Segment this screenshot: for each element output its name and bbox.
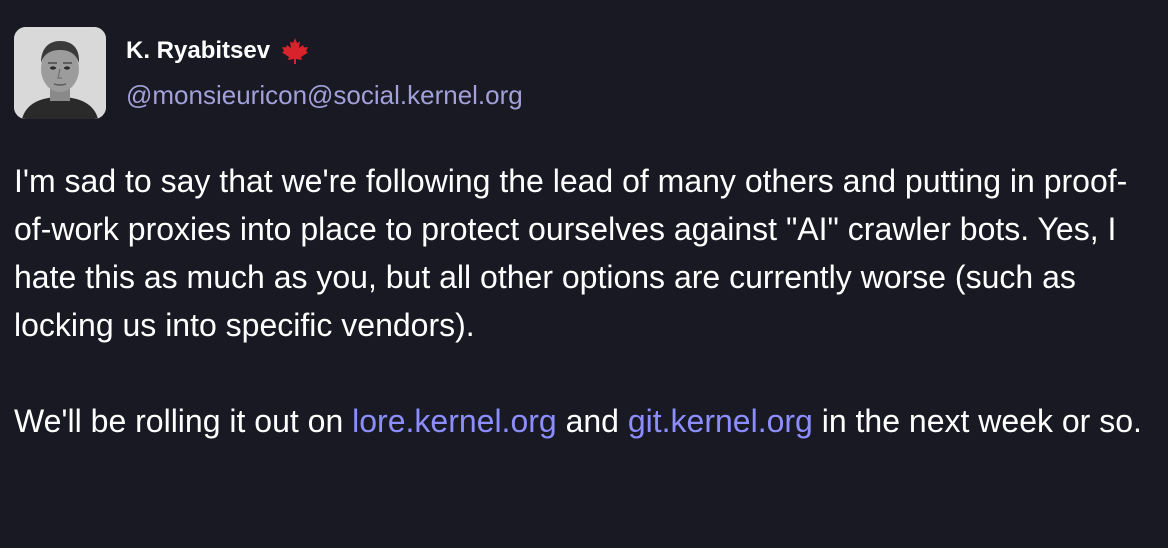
author-name-row: K. Ryabitsev xyxy=(126,34,523,68)
author-handle[interactable]: @monsieuricon@social.kernel.org xyxy=(126,80,523,111)
post-card: K. Ryabitsev @monsieuricon@social.kernel… xyxy=(0,0,1168,548)
paragraph2-text-after: in the next week or so. xyxy=(812,403,1142,439)
maple-leaf-icon xyxy=(280,36,310,66)
paragraph2-text-middle: and xyxy=(556,403,628,439)
post-content: I'm sad to say that we're following the … xyxy=(14,157,1154,445)
avatar-image xyxy=(14,27,106,119)
author-info: K. Ryabitsev @monsieuricon@social.kernel… xyxy=(126,34,523,111)
post-paragraph-2: We'll be rolling it out on lore.kernel.o… xyxy=(14,397,1154,445)
paragraph2-text-before: We'll be rolling it out on xyxy=(14,403,353,439)
author-display-name[interactable]: K. Ryabitsev xyxy=(126,37,270,65)
avatar[interactable] xyxy=(14,27,106,119)
git-kernel-link[interactable]: git.kernel.org xyxy=(628,403,813,439)
lore-kernel-link[interactable]: lore.kernel.org xyxy=(352,403,557,439)
post-paragraph-1: I'm sad to say that we're following the … xyxy=(14,163,1128,343)
